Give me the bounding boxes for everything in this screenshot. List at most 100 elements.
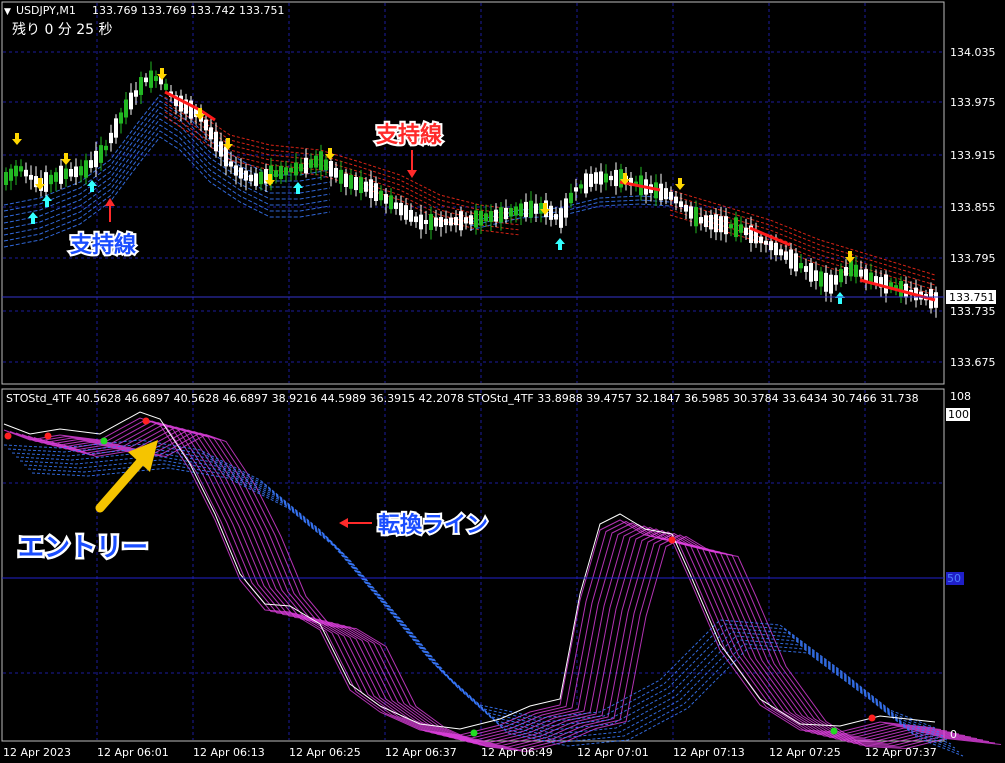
osc-mid-label: 50 xyxy=(947,572,961,585)
time-axis: 12 Apr 2023 12 Apr 06:01 12 Apr 06:13 12… xyxy=(3,746,937,759)
candle-body xyxy=(564,198,568,218)
candle-body xyxy=(419,214,423,230)
candle-body xyxy=(4,172,8,185)
candle-body xyxy=(554,214,558,220)
candle-body xyxy=(359,177,363,194)
candle-body xyxy=(209,127,213,140)
turn-line-label: 転換ライン xyxy=(378,512,488,538)
support-line-label-red: 支持線 xyxy=(376,122,442,148)
candle-body xyxy=(589,173,593,187)
candle-body xyxy=(59,165,63,184)
candle-body xyxy=(844,267,848,276)
candle-body xyxy=(429,213,433,231)
time-tick: 12 Apr 2023 xyxy=(3,746,71,759)
candle-body xyxy=(74,166,78,178)
candle-body xyxy=(674,196,678,204)
candle-body xyxy=(719,216,723,233)
candle-body xyxy=(124,99,128,118)
oscillator-pane[interactable] xyxy=(1,388,945,742)
symbol-menu-icon[interactable]: ▼ xyxy=(4,7,11,17)
candle-body xyxy=(149,70,153,88)
price-tick: 133.975 xyxy=(950,96,996,109)
candle-body xyxy=(454,217,458,226)
candle-body xyxy=(369,179,373,199)
candle-body xyxy=(244,170,248,181)
candle-body xyxy=(689,206,693,219)
candle-body xyxy=(259,171,263,185)
osc-tick-0: 0 xyxy=(950,728,957,741)
candle-body xyxy=(824,272,828,292)
candle-body xyxy=(559,208,563,228)
candle-body xyxy=(514,206,518,216)
candle-body xyxy=(549,205,553,220)
bar-timer: 残り 0 分 25 秒 xyxy=(12,22,113,38)
candle-body xyxy=(334,167,338,178)
candle-body xyxy=(764,240,768,245)
candle-body xyxy=(664,188,668,200)
candle-body xyxy=(524,201,528,218)
candle-body xyxy=(539,203,543,214)
candle-body xyxy=(144,77,148,83)
candle-body xyxy=(684,205,688,212)
time-tick: 12 Apr 07:25 xyxy=(769,746,841,759)
price-tick: 133.735 xyxy=(950,305,996,318)
candle-body xyxy=(384,194,388,204)
candle-body xyxy=(724,216,728,235)
candle-body xyxy=(614,169,618,187)
candle-body xyxy=(219,141,223,157)
candle-body xyxy=(519,203,523,217)
candle-body xyxy=(799,263,803,269)
candle-body xyxy=(704,215,708,228)
candle-body xyxy=(779,249,783,256)
candle-body xyxy=(744,227,748,236)
candle-body xyxy=(449,217,453,226)
candle-body xyxy=(439,217,443,227)
candle-body xyxy=(769,241,773,251)
candle-body xyxy=(374,183,378,201)
stoch-sell-dot xyxy=(142,417,150,425)
candle-body xyxy=(324,159,328,171)
entry-label: エントリー xyxy=(18,533,148,563)
time-tick: 12 Apr 07:13 xyxy=(673,746,745,759)
candle-body xyxy=(329,161,333,177)
price-tick: 133.915 xyxy=(950,149,996,162)
candle-body xyxy=(854,264,858,277)
time-tick: 12 Apr 07:01 xyxy=(577,746,649,759)
candle-body xyxy=(254,173,258,186)
price-tick: 133.855 xyxy=(950,201,996,214)
candle-body xyxy=(534,203,538,214)
candle-body xyxy=(284,167,288,176)
time-tick: 12 Apr 06:25 xyxy=(289,746,361,759)
price-axis: 134.035 133.975 133.915 133.855 133.795 … xyxy=(950,46,996,369)
candle-body xyxy=(834,275,838,285)
trading-chart[interactable]: 133.751 50 134.035 133.975 133.915 133.8… xyxy=(0,0,1005,763)
candle-body xyxy=(529,200,533,218)
candle-body xyxy=(599,171,603,185)
candle-body xyxy=(64,168,68,180)
candle-body xyxy=(499,207,503,223)
candle-body xyxy=(344,173,348,188)
price-pane[interactable] xyxy=(1,1,945,385)
stoch-buy-dot xyxy=(100,437,108,445)
candle-body xyxy=(314,155,318,168)
candle-body xyxy=(414,216,418,223)
candle-body xyxy=(274,170,278,178)
candle-body xyxy=(594,172,598,184)
candle-body xyxy=(19,166,23,172)
time-tick: 12 Apr 06:01 xyxy=(97,746,169,759)
candle-body xyxy=(739,224,743,233)
indicator-header: STOStd_4TF 40.5628 46.6897 40.5628 46.68… xyxy=(6,392,919,405)
candle-body xyxy=(54,172,58,182)
candle-body xyxy=(214,131,218,152)
stoch-sell-dot xyxy=(868,714,876,722)
candle-body xyxy=(49,174,53,185)
candle-body xyxy=(89,160,93,168)
candle-body xyxy=(434,217,438,227)
candle-body xyxy=(134,90,138,97)
candle-body xyxy=(399,202,403,216)
candle-body xyxy=(119,112,123,124)
candle-body xyxy=(94,150,98,168)
candle-body xyxy=(694,207,698,227)
candle-body xyxy=(224,146,228,167)
candle-body xyxy=(619,169,623,188)
